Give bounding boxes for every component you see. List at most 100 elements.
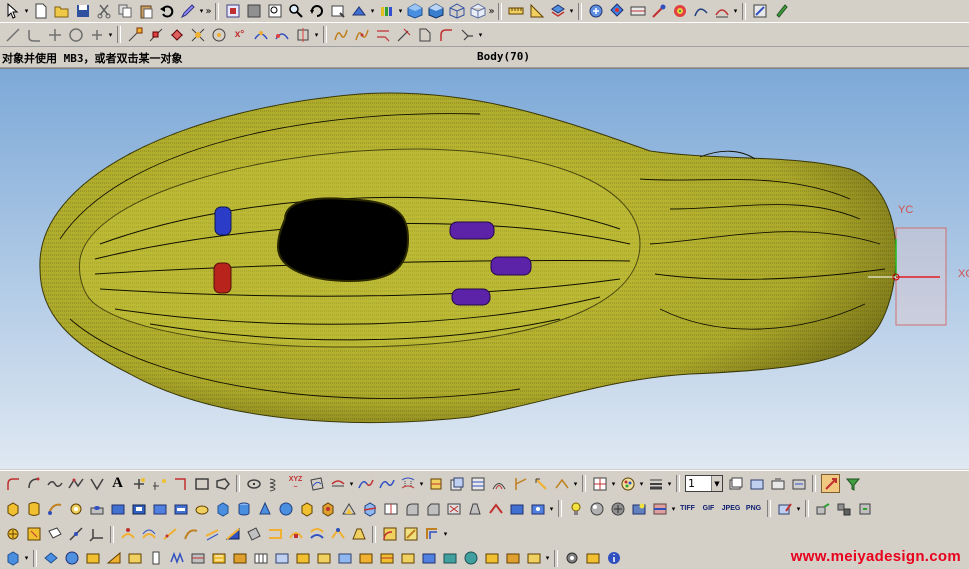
chevron-down-icon[interactable]: ▾ xyxy=(568,3,575,20)
reflection-icon[interactable] xyxy=(84,550,101,567)
pocket-icon[interactable] xyxy=(130,500,147,517)
thicken-icon[interactable] xyxy=(487,500,504,517)
law-curve-icon[interactable]: XYZ ~ xyxy=(287,475,304,492)
measure-icon[interactable] xyxy=(507,3,524,20)
layer-visible-icon[interactable] xyxy=(748,475,765,492)
chevron-down-icon[interactable]: ▾ xyxy=(638,475,645,492)
sketch-icon[interactable] xyxy=(25,526,42,543)
copy-to-layer-icon[interactable] xyxy=(790,475,807,492)
chevron-down-icon[interactable]: ▾ xyxy=(477,26,484,43)
rotate-icon[interactable] xyxy=(308,3,325,20)
export-tiff-icon[interactable]: TIFF xyxy=(679,500,696,517)
brush-icon[interactable] xyxy=(772,3,789,20)
simplify-curve-icon[interactable] xyxy=(553,475,570,492)
gold-face-icon[interactable] xyxy=(294,550,311,567)
zoom-window-icon[interactable] xyxy=(245,3,262,20)
join-curve-icon[interactable] xyxy=(378,475,395,492)
chevron-down-icon[interactable]: ▾ xyxy=(572,475,579,492)
offset-face-icon[interactable] xyxy=(508,500,525,517)
curve-extend-icon[interactable] xyxy=(458,26,475,43)
model-view[interactable]: YC XC xyxy=(0,69,969,469)
sweep-icon[interactable] xyxy=(46,500,63,517)
transform-icon[interactable] xyxy=(587,3,604,20)
chevron-down-icon[interactable]: ▾ xyxy=(369,3,376,20)
new-icon[interactable] xyxy=(32,3,49,20)
component-icon[interactable] xyxy=(856,500,873,517)
through-curves-icon[interactable] xyxy=(119,526,136,543)
pan-icon[interactable] xyxy=(350,3,367,20)
slot-icon[interactable] xyxy=(172,500,189,517)
taper-icon[interactable] xyxy=(466,500,483,517)
offset-curve-icon[interactable] xyxy=(490,475,507,492)
chevron-down-icon[interactable]: ▾ xyxy=(418,475,425,492)
graphics-viewport[interactable]: YC XC xyxy=(0,68,969,469)
circle-icon[interactable] xyxy=(67,26,84,43)
fit-icon[interactable] xyxy=(224,3,241,20)
analysis-icon[interactable] xyxy=(528,3,545,20)
scene-icon[interactable] xyxy=(651,500,668,517)
trim-body-icon[interactable] xyxy=(361,500,378,517)
snap-endpoint-icon[interactable] xyxy=(126,26,143,43)
blue-face2-icon[interactable] xyxy=(336,550,353,567)
shell-icon[interactable] xyxy=(445,500,462,517)
draft-icon[interactable] xyxy=(147,550,164,567)
ellipse-icon[interactable] xyxy=(245,475,262,492)
bounded-plane-icon[interactable] xyxy=(245,526,262,543)
edit-feature-icon[interactable] xyxy=(776,500,793,517)
ruled-icon[interactable] xyxy=(161,526,178,543)
open-icon[interactable] xyxy=(53,3,70,20)
block-icon[interactable] xyxy=(214,500,231,517)
fit-spline-icon[interactable] xyxy=(353,26,370,43)
chevron-down-icon[interactable]: ▾ xyxy=(313,26,320,43)
blue-face3-icon[interactable] xyxy=(420,550,437,567)
snap-midpoint-icon[interactable] xyxy=(147,26,164,43)
export-jpeg-icon[interactable]: JPEG xyxy=(721,500,741,517)
shaded-edges-icon[interactable] xyxy=(427,3,444,20)
move-to-layer-icon[interactable] xyxy=(769,475,786,492)
cone-icon[interactable] xyxy=(256,500,273,517)
teal-face-icon[interactable] xyxy=(441,550,458,567)
snap-quadrant-icon[interactable]: x° xyxy=(231,26,248,43)
line-width-icon[interactable] xyxy=(647,475,664,492)
datum-plane-icon[interactable] xyxy=(46,526,63,543)
edit-surface-icon[interactable] xyxy=(751,3,768,20)
deviation-icon[interactable] xyxy=(42,550,59,567)
object-color-icon[interactable] xyxy=(619,475,636,492)
csys-icon[interactable] xyxy=(88,526,105,543)
bridge-surface-icon[interactable] xyxy=(402,526,419,543)
fillet-curve-icon[interactable] xyxy=(4,475,21,492)
through-mesh-icon[interactable] xyxy=(140,526,157,543)
color-icon[interactable] xyxy=(378,3,395,20)
move-object-icon[interactable] xyxy=(814,500,831,517)
chevron-down-icon[interactable]: ▾ xyxy=(548,500,555,517)
radius-icon[interactable] xyxy=(63,550,80,567)
face-analysis-icon[interactable] xyxy=(231,550,248,567)
chevron-down-icon[interactable]: ▾ xyxy=(732,3,739,20)
split-body-icon[interactable] xyxy=(382,500,399,517)
intersect-icon[interactable] xyxy=(340,500,357,517)
point-set-add-icon[interactable] xyxy=(151,475,168,492)
revolve-icon[interactable] xyxy=(25,500,42,517)
light-icon[interactable] xyxy=(567,500,584,517)
feature-icon[interactable] xyxy=(713,3,730,20)
chevron-down-icon[interactable]: ▼ xyxy=(711,476,722,491)
chevron-down-icon[interactable]: ▾ xyxy=(544,550,551,567)
subtract-icon[interactable] xyxy=(319,500,336,517)
surface-icon[interactable] xyxy=(671,3,688,20)
chevron-down-icon[interactable]: ▾ xyxy=(198,3,205,20)
swoop-icon[interactable] xyxy=(203,526,220,543)
distance-icon[interactable] xyxy=(126,550,143,567)
purple-boss[interactable] xyxy=(490,256,532,276)
copy-icon[interactable] xyxy=(116,3,133,20)
render-icon[interactable] xyxy=(584,550,601,567)
gold-face4-icon[interactable] xyxy=(378,550,395,567)
zoom-icon[interactable] xyxy=(266,3,283,20)
offset-surface-icon[interactable] xyxy=(308,526,325,543)
texture-icon[interactable] xyxy=(609,500,626,517)
groove-icon[interactable] xyxy=(193,500,210,517)
corner-icon[interactable] xyxy=(172,475,189,492)
pad-icon[interactable] xyxy=(151,500,168,517)
point-icon[interactable] xyxy=(650,3,667,20)
section-icon[interactable] xyxy=(629,3,646,20)
point-add-icon[interactable] xyxy=(130,475,147,492)
